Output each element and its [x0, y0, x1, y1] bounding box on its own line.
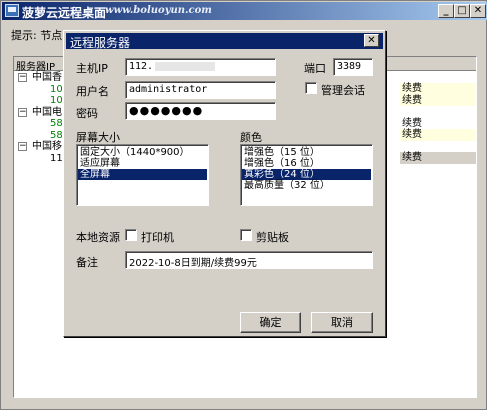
list-option[interactable]: 适应屏幕	[78, 158, 207, 169]
status-cell	[400, 106, 476, 118]
minimize-button[interactable]: _	[438, 4, 454, 18]
tree-label: 中国香	[32, 72, 62, 83]
dialog-title: 远程服务器	[70, 36, 131, 50]
close-button[interactable]: ✕	[470, 4, 486, 18]
local-resources-label: 本地资源	[76, 231, 120, 244]
port-label: 端口	[304, 62, 326, 75]
app-icon	[5, 4, 19, 17]
host-ip-field[interactable]: 112.	[125, 58, 276, 76]
status-cell	[400, 140, 476, 153]
color-label: 颜色	[240, 131, 262, 144]
tree-label: 中国移	[32, 141, 62, 152]
color-depth-listbox[interactable]: 增强色（15 位） 增强色（16 位） 真彩色（24 位） 最高质量（32 位）	[240, 144, 373, 206]
port-field[interactable]: 3389	[333, 58, 373, 76]
hint-text: 提示: 节点	[11, 29, 63, 42]
password-label: 密码	[76, 107, 98, 120]
list-option[interactable]: 最高质量（32 位）	[242, 180, 371, 191]
username-label: 用户名	[76, 85, 109, 98]
tree-expander-icon[interactable]: −	[18, 142, 27, 151]
dialog-close-button[interactable]: ✕	[364, 34, 379, 47]
ok-button[interactable]: 确定	[240, 312, 301, 333]
host-ip-redaction	[155, 61, 216, 71]
list-option[interactable]: 增强色（15 位）	[242, 147, 371, 158]
list-option[interactable]: 全屏幕	[78, 169, 207, 180]
tree-label: 中国电	[32, 106, 62, 118]
cancel-button[interactable]: 取消	[311, 312, 373, 333]
username-field[interactable]: administrator	[125, 81, 276, 99]
note-label: 备注	[76, 256, 98, 269]
clipboard-checkbox[interactable]	[240, 229, 252, 241]
note-field[interactable]: 2022-10-8日到期/续费99元	[125, 251, 373, 269]
status-cell: 续费	[400, 94, 476, 107]
status-cell: 续费	[400, 129, 476, 141]
password-field[interactable]: ●●●●●●●	[125, 102, 276, 120]
tree-expander-icon[interactable]: −	[18, 107, 27, 117]
host-ip-label: 主机IP	[76, 62, 108, 75]
main-titlebar[interactable]: 菠萝云远程桌面 www.boluoyun.com _ □ ✕	[2, 2, 487, 20]
app-subtitle: www.boluoyun.com	[105, 5, 212, 16]
remote-server-dialog: 远程服务器 ✕ 主机IP 112. 端口 3389 用户名 administra…	[63, 30, 386, 337]
maximize-button[interactable]: □	[454, 4, 470, 18]
list-option[interactable]: 固定大小（1440*900）	[78, 147, 207, 158]
screen-size-label: 屏幕大小	[76, 131, 120, 144]
printer-checkbox[interactable]	[125, 229, 137, 241]
status-cell: 续费	[400, 152, 476, 164]
tree-expander-icon[interactable]: −	[18, 73, 27, 82]
list-option[interactable]: 真彩色（24 位）	[242, 169, 371, 180]
screen-size-listbox[interactable]: 固定大小（1440*900） 适应屏幕 全屏幕	[76, 144, 209, 206]
clipboard-label: 剪贴板	[256, 231, 289, 244]
dialog-titlebar[interactable]: 远程服务器 ✕	[66, 33, 383, 50]
admin-session-label: 管理会话	[321, 84, 365, 97]
column-header-server-ip[interactable]: 服务器IP	[16, 58, 55, 73]
status-cell: 续费	[400, 83, 476, 95]
host-ip-value: 112.	[129, 61, 154, 72]
printer-label: 打印机	[141, 231, 174, 244]
admin-session-checkbox[interactable]	[305, 82, 317, 94]
status-cell: 续费	[400, 117, 476, 130]
list-option[interactable]: 增强色（16 位）	[242, 158, 371, 169]
app-title: 菠萝云远程桌面	[22, 6, 107, 20]
